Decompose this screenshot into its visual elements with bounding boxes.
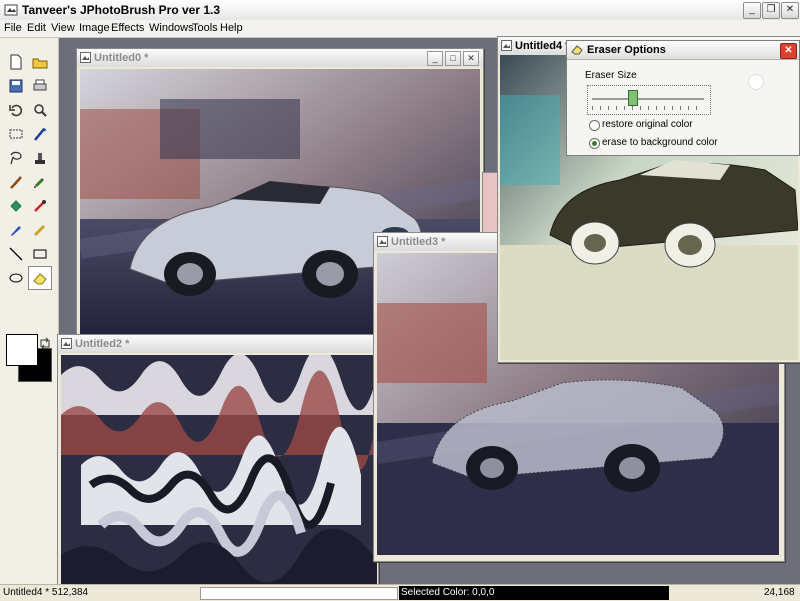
erase-to-background-color-label[interactable]: erase to background color [602,137,718,148]
select-rect-icon[interactable] [4,122,28,146]
restore-original-color-radio[interactable] [589,120,600,131]
eraser-size-preview [748,74,764,90]
maximize-button[interactable]: ❐ [762,2,780,19]
new-file-icon[interactable] [4,50,28,74]
image-window-untitled2[interactable]: Untitled2 * [57,334,379,586]
dialog-close-button[interactable]: ✕ [780,43,797,59]
eraser-size-label: Eraser Size [585,70,637,81]
slider-track [592,98,704,100]
status-document-info: Untitled4 * 512,384 [3,587,89,598]
menu-help[interactable]: Help [220,22,243,34]
pen-icon[interactable] [4,218,28,242]
minimize-button[interactable]: _ [427,51,443,66]
clone-icon[interactable] [28,218,52,242]
app-logo-icon [4,4,18,16]
restore-original-color-label[interactable]: restore original color [602,119,693,130]
maximize-button[interactable]: □ [445,51,461,66]
swap-colors-icon[interactable] [38,336,52,350]
fill-bucket-icon[interactable] [4,194,28,218]
cursor-coordinates: 24,168 [764,587,795,598]
zoom-icon[interactable] [28,98,52,122]
magic-wand-icon[interactable] [28,122,52,146]
brush-icon[interactable] [4,170,28,194]
app-title-bar[interactable]: Tanveer's JPhotoBrush Pro ver 1.3 _ ❐ ✕ [0,0,800,21]
app-title: Tanveer's JPhotoBrush Pro ver 1.3 [22,3,221,17]
image-doc-icon [61,338,72,349]
window-title-bar[interactable]: Untitled2 * [58,335,378,353]
close-button[interactable]: ✕ [463,51,479,66]
foreground-color-swatch[interactable] [6,334,38,366]
menu-file[interactable]: File [4,22,22,34]
window-title: Untitled2 * [75,338,130,350]
eraser-icon[interactable] [28,266,52,290]
menu-image[interactable]: Image [79,22,110,34]
toolbox [0,38,59,584]
window-title: Untitled0 * [94,52,149,64]
erase-to-background-color-radio[interactable] [589,138,600,149]
window-title: Untitled4 * [515,40,570,52]
selected-color-readout: Selected Color: 0,0,0 [399,586,669,600]
selected-color-text: Selected Color: 0,0,0 [401,587,495,598]
close-button[interactable]: ✕ [781,2,799,19]
minimize-button[interactable]: _ [743,2,761,19]
color-picker-icon[interactable] [28,194,52,218]
lasso-icon[interactable] [4,146,28,170]
slider-thumb[interactable] [628,90,639,106]
menu-windows[interactable]: Windows [149,22,194,34]
status-bar: Untitled4 * 512,384 Selected Color: 0,0,… [0,584,800,601]
dialog-title: Eraser Options [587,44,666,56]
menu-edit[interactable]: Edit [27,22,46,34]
menu-effects[interactable]: Effects [111,22,144,34]
open-file-icon[interactable] [28,50,52,74]
menu-view[interactable]: View [51,22,75,34]
airbrush-icon[interactable] [28,170,52,194]
window-title-bar[interactable]: Untitled0 * _ □ ✕ [77,49,483,67]
line-icon[interactable] [4,242,28,266]
image-doc-icon [377,236,388,247]
stamp-icon[interactable] [28,146,52,170]
image-canvas[interactable] [61,355,377,585]
rectangle-icon[interactable] [28,242,52,266]
print-icon[interactable] [28,74,52,98]
window-title: Untitled3 * [391,236,446,248]
progress-bar [200,587,398,600]
undo-icon[interactable] [4,98,28,122]
dialog-title-bar[interactable]: Eraser Options ✕ [567,41,799,60]
image-doc-icon [80,52,91,63]
wave-distorted-car-photo [61,355,377,585]
eraser-options-dialog[interactable]: Eraser Options ✕ Eraser Size restore ori… [566,40,800,156]
menu-tools[interactable]: Tools [192,22,218,34]
ellipse-icon[interactable] [4,266,28,290]
slider-ticks [592,106,704,110]
save-icon[interactable] [4,74,28,98]
eraser-size-slider[interactable] [587,85,711,115]
eraser-icon [571,45,583,55]
image-doc-icon [501,40,512,51]
